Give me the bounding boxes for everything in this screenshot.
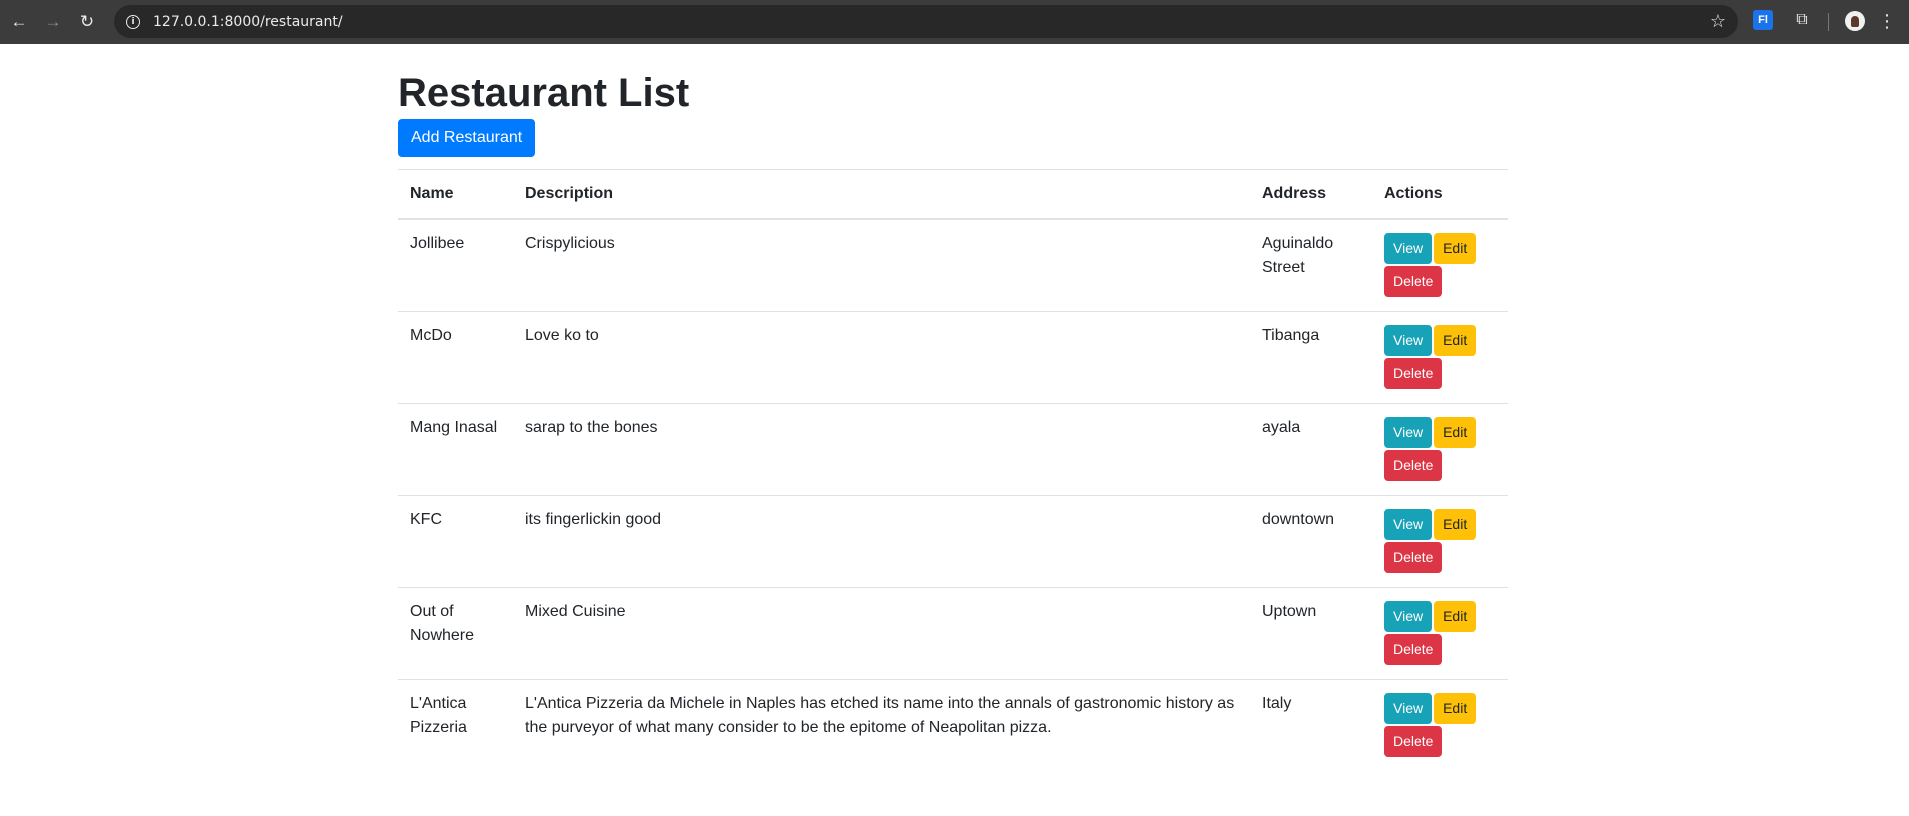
translate-extension-icon[interactable]: Fl	[1753, 10, 1773, 30]
toolbar-divider	[1828, 13, 1829, 31]
view-button[interactable]: View	[1384, 693, 1433, 724]
row-actions: View Edit Delete	[1372, 311, 1508, 404]
forward-arrow-icon[interactable]: →	[38, 7, 68, 37]
restaurant-description: L'Antica Pizzeria da Michele in Naples h…	[513, 679, 1250, 771]
header-name: Name	[398, 169, 513, 220]
restaurant-table: Name Description Address Actions Jollibe…	[398, 169, 1508, 771]
page-title: Restaurant List	[398, 71, 690, 115]
restaurant-name: Out of Nowhere	[398, 587, 513, 680]
restaurant-name: Mang Inasal	[398, 403, 513, 496]
edit-button[interactable]: Edit	[1434, 693, 1477, 724]
table-row: Mang Inasal sarap to the bones ayala Vie…	[398, 403, 1508, 496]
restaurant-address: ayala	[1250, 403, 1372, 496]
restaurant-address: Italy	[1250, 679, 1372, 771]
restaurant-address: downtown	[1250, 495, 1372, 588]
restaurant-address: Aguinaldo Street	[1262, 235, 1334, 276]
row-actions: View Edit Delete	[1372, 679, 1508, 771]
reload-icon[interactable]: ↻	[72, 7, 102, 37]
edit-button[interactable]: Edit	[1434, 325, 1477, 356]
delete-button[interactable]: Delete	[1384, 634, 1443, 665]
delete-button[interactable]: Delete	[1384, 358, 1443, 389]
row-actions: View Edit Delete	[1372, 403, 1508, 496]
table-row: Out of Nowhere Mixed Cuisine Uptown View…	[398, 587, 1508, 680]
url-text[interactable]: 127.0.0.1:8000/restaurant/	[153, 14, 343, 30]
add-restaurant-button[interactable]: Add Restaurant	[398, 119, 536, 157]
delete-button[interactable]: Delete	[1384, 266, 1443, 297]
restaurant-address: Tibanga	[1250, 311, 1372, 404]
restaurant-description: Crispylicious	[525, 235, 615, 252]
header-actions: Actions	[1372, 169, 1508, 220]
table-header-row: Name Description Address Actions	[398, 169, 1508, 220]
restaurant-name: L'Antica Pizzeria	[398, 679, 513, 771]
table-row: McDo Love ko to Tibanga View Edit Delete	[398, 311, 1508, 404]
delete-button[interactable]: Delete	[1384, 542, 1443, 573]
row-actions: View Edit Delete	[1372, 219, 1508, 312]
back-arrow-icon[interactable]: ←	[4, 7, 34, 37]
address-bar[interactable]: i 127.0.0.1:8000/restaurant/ ☆	[114, 5, 1738, 38]
restaurant-name: Jollibee	[410, 235, 465, 252]
avatar-image	[1851, 15, 1859, 27]
header-description: Description	[513, 169, 1250, 220]
edit-button[interactable]: Edit	[1434, 417, 1477, 448]
avatar[interactable]	[1845, 11, 1865, 31]
view-button[interactable]: View	[1384, 325, 1433, 356]
edit-button[interactable]: Edit	[1434, 509, 1477, 540]
view-button[interactable]: View	[1384, 509, 1433, 540]
edit-button[interactable]: Edit	[1434, 233, 1477, 264]
info-icon[interactable]: i	[121, 10, 145, 34]
header-address: Address	[1250, 169, 1372, 220]
table-row: Jollibee Crispylicious Aguinaldo Street …	[398, 219, 1508, 312]
row-actions: View Edit Delete	[1372, 587, 1508, 680]
view-button[interactable]: View	[1384, 233, 1433, 264]
view-button[interactable]: View	[1384, 417, 1433, 448]
star-icon[interactable]: ☆	[1710, 10, 1726, 32]
restaurant-description: Love ko to	[513, 311, 1250, 404]
puzzle-icon[interactable]: ⧉	[1792, 10, 1812, 30]
restaurant-address: Uptown	[1250, 587, 1372, 680]
restaurant-name: KFC	[398, 495, 513, 588]
main-container: Restaurant List Add Restaurant Name Desc…	[398, 44, 1508, 771]
restaurant-name: McDo	[398, 311, 513, 404]
restaurant-description: its fingerlickin good	[513, 495, 1250, 588]
view-button[interactable]: View	[1384, 601, 1433, 632]
restaurant-description: sarap to the bones	[513, 403, 1250, 496]
table-row: KFC its fingerlickin good downtown View E…	[398, 495, 1508, 588]
edit-button[interactable]: Edit	[1434, 601, 1477, 632]
browser-toolbar: ← → ↻ i 127.0.0.1:8000/restaurant/ ☆ Fl …	[0, 0, 1909, 44]
restaurant-description: Mixed Cuisine	[513, 587, 1250, 680]
table-row: L'Antica Pizzeria L'Antica Pizzeria da M…	[398, 679, 1508, 771]
delete-button[interactable]: Delete	[1384, 450, 1443, 481]
kebab-menu-icon[interactable]: ⋮	[1878, 11, 1896, 31]
delete-button[interactable]: Delete	[1384, 726, 1443, 757]
row-actions: View Edit Delete	[1372, 495, 1508, 588]
